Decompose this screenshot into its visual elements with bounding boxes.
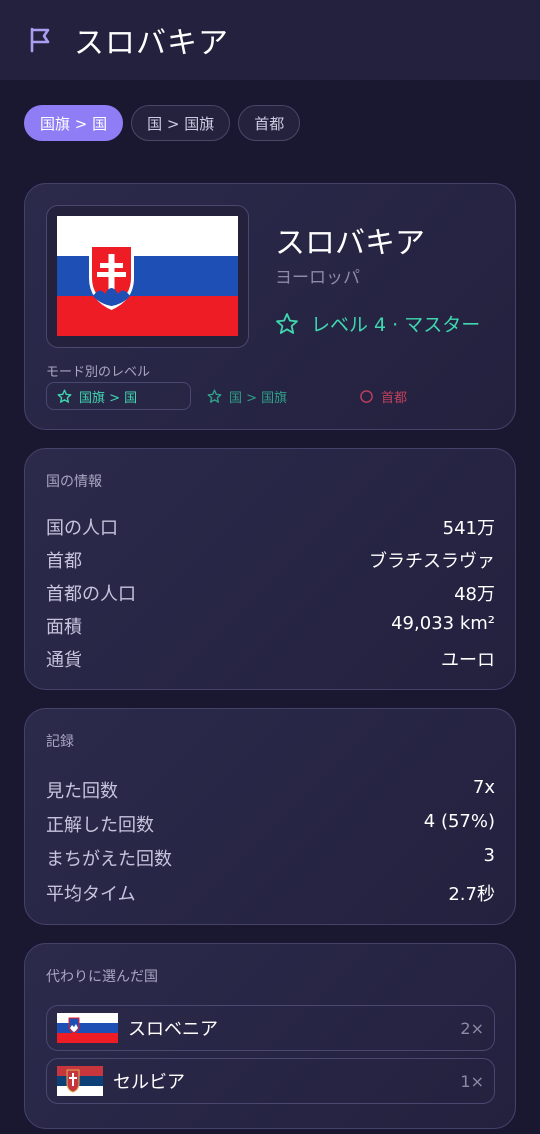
stats-card: 記録 見た回数 7x 正解した回数 4 (57%) まちがえた回数 3 平均タイ… — [24, 708, 516, 925]
info-key: 面積 — [46, 617, 82, 638]
mode-level-country-to-flag[interactable]: 国 > 国旗 — [207, 382, 287, 410]
tab-capital[interactable]: 首都 — [238, 105, 301, 141]
stats-row: 正解した回数 4 (57%) — [46, 811, 495, 837]
stats-key: 正解した回数 — [46, 815, 154, 836]
country-name: スロバキア — [275, 226, 425, 261]
star-outline-icon — [57, 389, 72, 403]
stats-value: 3 — [483, 845, 495, 866]
mode-tabs: 国旗 > 国 国 > 国旗 首都 — [24, 105, 301, 141]
region-label: ヨーロッパ — [275, 268, 360, 288]
tab-country-to-flag[interactable]: 国 > 国旗 — [131, 105, 231, 141]
mode-label: 国旗 > 国 — [79, 390, 138, 406]
slovenia-flag — [57, 1013, 118, 1043]
info-value: ユーロ — [441, 650, 495, 671]
info-row: 首都 ブラチスラヴァ — [46, 547, 495, 573]
info-value: 541万 — [442, 518, 495, 539]
info-row: 通貨 ユーロ — [46, 646, 495, 672]
flag-frame — [46, 205, 249, 348]
stats-row: まちがえた回数 3 — [46, 845, 495, 871]
stats-row: 平均タイム 2.7秒 — [46, 880, 495, 906]
mode-level-flag-to-country[interactable]: 国旗 > 国 — [46, 382, 191, 410]
stats-value: 2.7秒 — [448, 884, 495, 905]
flag-outline-icon[interactable] — [26, 26, 54, 54]
level-badge: レベル 4 · マスター — [275, 310, 480, 337]
star-outline-icon — [207, 389, 222, 403]
info-key: 通貨 — [46, 650, 82, 671]
stats-key: まちがえた回数 — [46, 849, 172, 870]
section-title: 国の情報 — [46, 474, 102, 490]
alternative-count: 2× — [460, 1018, 484, 1038]
stats-row: 見た回数 7x — [46, 777, 495, 803]
alternatives-card: 代わりに選んだ国 スロベニア 2× セルビア 1× — [24, 943, 516, 1129]
page-title: スロバキア — [74, 26, 229, 61]
mode-label: 首都 — [381, 390, 408, 406]
mode-level-capital[interactable]: 首都 — [359, 382, 407, 410]
info-row: 国の人口 541万 — [46, 514, 495, 540]
slovakia-flag — [57, 216, 238, 336]
alternative-name: セルビア — [113, 1072, 185, 1093]
top-bar: スロバキア — [0, 0, 540, 80]
info-key: 首都の人口 — [46, 584, 136, 605]
country-info-card: 国の情報 国の人口 541万 首都 ブラチスラヴァ 首都の人口 48万 面積 4… — [24, 448, 516, 690]
info-key: 国の人口 — [46, 518, 118, 539]
mode-label: 国 > 国旗 — [229, 390, 288, 406]
tab-flag-to-country[interactable]: 国旗 > 国 — [24, 105, 124, 141]
info-value: ブラチスラヴァ — [369, 551, 495, 572]
country-card: スロバキア ヨーロッパ レベル 4 · マスター モード別のレベル 国旗 > 国… — [24, 183, 516, 430]
modes-label: モード別のレベル — [46, 365, 151, 380]
stats-value: 7x — [472, 777, 495, 798]
stats-key: 見た回数 — [46, 781, 118, 802]
stats-value: 4 (57%) — [423, 811, 495, 832]
alternative-item[interactable]: スロベニア 2× — [46, 1005, 495, 1051]
serbia-flag — [57, 1066, 103, 1096]
info-key: 首都 — [46, 551, 82, 572]
level-label: レベル 4 · マスター — [311, 314, 481, 336]
section-title: 代わりに選んだ国 — [46, 969, 158, 985]
section-title: 記録 — [46, 734, 74, 750]
info-row: 面積 49,033 km² — [46, 613, 495, 639]
circle-outline-icon — [360, 389, 373, 403]
alternative-name: スロベニア — [128, 1019, 218, 1040]
alternative-count: 1× — [460, 1071, 484, 1091]
alternative-item[interactable]: セルビア 1× — [46, 1058, 495, 1104]
info-value: 48万 — [454, 584, 495, 605]
info-value: 49,033 km² — [391, 613, 495, 634]
stats-key: 平均タイム — [46, 884, 136, 905]
star-outline-icon — [276, 312, 298, 334]
info-row: 首都の人口 48万 — [46, 580, 495, 606]
